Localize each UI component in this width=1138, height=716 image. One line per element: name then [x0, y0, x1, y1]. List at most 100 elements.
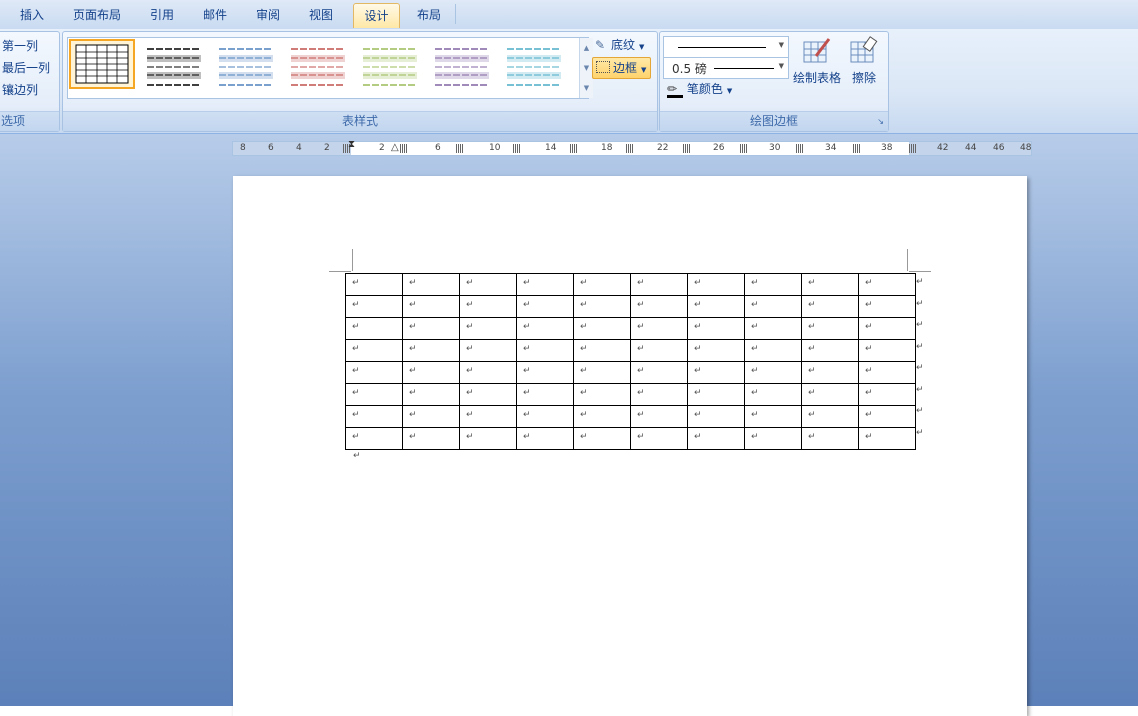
- banded-columns-option[interactable]: 镶边列: [2, 81, 38, 98]
- table-cell[interactable]: ↵: [459, 295, 517, 318]
- table-cell[interactable]: ↵: [402, 273, 460, 296]
- first-column-option[interactable]: 第一列: [2, 37, 38, 54]
- table-cell[interactable]: ↵: [345, 317, 403, 340]
- last-column-option[interactable]: 最后一列: [2, 59, 50, 76]
- table-cell[interactable]: ↵: [801, 383, 859, 406]
- pen-weight-combo[interactable]: 0.5 磅 ▼: [663, 57, 789, 79]
- table-cell[interactable]: ↵: [573, 427, 631, 450]
- table-cell[interactable]: ↵: [402, 361, 460, 384]
- table-style-red[interactable]: [285, 41, 351, 91]
- column-marker[interactable]: [740, 144, 748, 153]
- table-cell[interactable]: ↵: [573, 339, 631, 362]
- table-cell[interactable]: ↵: [687, 339, 745, 362]
- table-cell[interactable]: ↵: [687, 361, 745, 384]
- column-marker[interactable]: [853, 144, 861, 153]
- table-cell[interactable]: ↵: [345, 383, 403, 406]
- table-cell[interactable]: ↵: [858, 383, 916, 406]
- document-page[interactable]: ↵ ↵ ↵ ↵ ↵ ↵ ↵ ↵ ↵ ↵ ↵ ↵ ↵ ↵ ↵ ↵ ↵ ↵ ↵ ↵ ↵ ↵ ↵ ↵ ↵ ↵ ↵ ↵ ↵ ↵ ↵ ↵ ↵ ↵ ↵ ↵ ↵ ↵ ↵ ↵…: [233, 176, 1027, 716]
- tab-mailings[interactable]: 邮件: [195, 3, 235, 28]
- table-cell[interactable]: ↵: [801, 295, 859, 318]
- table-cell[interactable]: ↵: [630, 427, 688, 450]
- table-cell[interactable]: ↵: [687, 295, 745, 318]
- table-cell[interactable]: ↵: [687, 427, 745, 450]
- table-style-grid[interactable]: [69, 39, 135, 89]
- table-cell[interactable]: ↵: [630, 317, 688, 340]
- gallery-scroll-up-icon[interactable]: ▲: [580, 38, 593, 58]
- table-cell[interactable]: ↵: [744, 273, 802, 296]
- table-cell[interactable]: ↵: [345, 295, 403, 318]
- table-cell[interactable]: ↵: [801, 361, 859, 384]
- borders-button[interactable]: 边框 ▼: [592, 57, 651, 79]
- table-cell[interactable]: ↵: [744, 361, 802, 384]
- document-table[interactable]: ↵ ↵ ↵ ↵ ↵ ↵ ↵ ↵ ↵ ↵ ↵ ↵ ↵ ↵ ↵ ↵ ↵ ↵ ↵ ↵ ↵ ↵ ↵ ↵ ↵ ↵ ↵ ↵ ↵ ↵ ↵ ↵ ↵ ↵ ↵ ↵ ↵ ↵ ↵ ↵…: [345, 273, 916, 450]
- column-marker[interactable]: [909, 144, 917, 153]
- dialog-launcher-icon[interactable]: ↘: [877, 112, 884, 131]
- table-cell[interactable]: ↵: [459, 339, 517, 362]
- shading-button[interactable]: ✎ 底纹 ▼: [595, 35, 644, 55]
- table-cell[interactable]: ↵: [516, 339, 574, 362]
- table-cell[interactable]: ↵: [858, 339, 916, 362]
- table-cell[interactable]: ↵: [516, 295, 574, 318]
- table-cell[interactable]: ↵: [858, 295, 916, 318]
- table-cell[interactable]: ↵: [858, 405, 916, 428]
- table-cell[interactable]: ↵: [630, 295, 688, 318]
- table-cell[interactable]: ↵: [630, 339, 688, 362]
- table-cell[interactable]: ↵: [402, 339, 460, 362]
- table-cell[interactable]: ↵: [858, 427, 916, 450]
- table-cell[interactable]: ↵: [573, 361, 631, 384]
- column-marker[interactable]: [570, 144, 578, 153]
- table-cell[interactable]: ↵: [687, 273, 745, 296]
- table-cell[interactable]: ↵: [744, 339, 802, 362]
- table-cell[interactable]: ↵: [801, 317, 859, 340]
- table-cell[interactable]: ↵: [858, 361, 916, 384]
- table-cell[interactable]: ↵: [630, 273, 688, 296]
- table-cell[interactable]: ↵: [516, 273, 574, 296]
- column-marker[interactable]: [513, 144, 521, 153]
- table-cell[interactable]: ↵: [459, 405, 517, 428]
- table-cell[interactable]: ↵: [687, 317, 745, 340]
- tab-layout[interactable]: 布局: [409, 3, 449, 28]
- table-cell[interactable]: ↵: [402, 427, 460, 450]
- pen-color-button[interactable]: ✏ 笔颜色 ▼: [667, 79, 732, 99]
- table-cell[interactable]: ↵: [744, 383, 802, 406]
- indent-marker-icon[interactable]: ⧗: [348, 139, 355, 150]
- tab-view[interactable]: 视图: [301, 3, 341, 28]
- table-style-light-shading[interactable]: [141, 41, 207, 91]
- right-indent-icon[interactable]: △: [391, 142, 399, 153]
- table-cell[interactable]: ↵: [573, 273, 631, 296]
- table-cell[interactable]: ↵: [402, 405, 460, 428]
- table-cell[interactable]: ↵: [345, 405, 403, 428]
- table-cell[interactable]: ↵: [858, 273, 916, 296]
- column-marker[interactable]: [796, 144, 804, 153]
- table-cell[interactable]: ↵: [801, 405, 859, 428]
- table-cell[interactable]: ↵: [744, 427, 802, 450]
- table-cell[interactable]: ↵: [801, 273, 859, 296]
- table-cell[interactable]: ↵: [459, 317, 517, 340]
- table-style-aqua[interactable]: [501, 41, 567, 91]
- column-marker[interactable]: [400, 144, 408, 153]
- tab-design[interactable]: 设计: [353, 3, 400, 28]
- table-cell[interactable]: ↵: [345, 427, 403, 450]
- table-cell[interactable]: ↵: [516, 405, 574, 428]
- tab-references[interactable]: 引用: [142, 3, 182, 28]
- table-cell[interactable]: ↵: [402, 295, 460, 318]
- table-cell[interactable]: ↵: [630, 405, 688, 428]
- table-style-purple[interactable]: [429, 41, 495, 91]
- table-cell[interactable]: ↵: [573, 317, 631, 340]
- table-cell[interactable]: ↵: [744, 317, 802, 340]
- column-marker[interactable]: [626, 144, 634, 153]
- table-cell[interactable]: ↵: [573, 295, 631, 318]
- table-cell[interactable]: ↵: [345, 273, 403, 296]
- table-cell[interactable]: ↵: [345, 339, 403, 362]
- table-cell[interactable]: ↵: [345, 361, 403, 384]
- table-cell[interactable]: ↵: [516, 427, 574, 450]
- pen-style-combo[interactable]: ▼: [663, 36, 789, 58]
- table-cell[interactable]: ↵: [573, 405, 631, 428]
- table-cell[interactable]: ↵: [402, 383, 460, 406]
- gallery-more-icon[interactable]: ▼: [580, 78, 593, 98]
- table-cell[interactable]: ↵: [630, 361, 688, 384]
- table-cell[interactable]: ↵: [630, 383, 688, 406]
- table-cell[interactable]: ↵: [516, 361, 574, 384]
- tab-insert[interactable]: 插入: [12, 3, 52, 28]
- table-cell[interactable]: ↵: [459, 361, 517, 384]
